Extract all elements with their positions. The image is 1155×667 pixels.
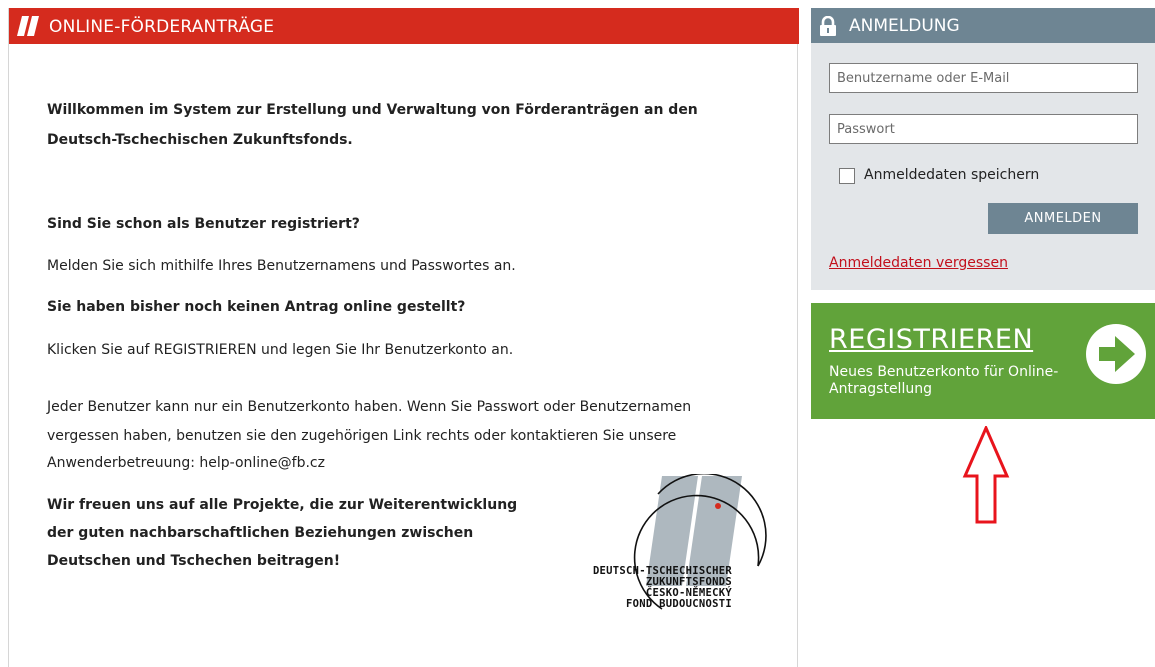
red-up-arrow-icon — [962, 426, 1010, 524]
fund-logo-line-1: DEUTSCH-TSCHECHISCHER — [592, 565, 732, 577]
info-line-3: Anwenderbetreuung: help-online@fb.cz — [47, 455, 325, 471]
closing-line-3: Deutschen und Tschechen beitragen! — [47, 553, 341, 569]
remember-checkbox[interactable] — [839, 168, 855, 184]
fund-logo: DEUTSCH-TSCHECHISCHER ZUKUNFTSFONDS ČESK… — [562, 472, 772, 624]
register-link[interactable]: REGISTRIEREN — [829, 325, 1033, 355]
fund-logo-line-2: ZUKUNFTSFONDS — [645, 576, 732, 588]
login-panel: ANMELDUNG Anmeldedaten speichern ANMELDE… — [811, 8, 1155, 290]
closing-line-1: Wir freuen uns auf alle Projekte, die zu… — [47, 497, 518, 513]
main-header: ONLINE-FÖRDERANTRÄGE — [9, 8, 799, 44]
login-header: ANMELDUNG — [811, 8, 1155, 43]
forgot-credentials-link[interactable]: Anmeldedaten vergessen — [829, 254, 1008, 272]
registered-answer: Melden Sie sich mithilfe Ihres Benutzern… — [47, 258, 516, 274]
welcome-line-1: Willkommen im System zur Erstellung und … — [47, 102, 698, 118]
brand-slash-icon — [17, 16, 39, 36]
lock-icon — [820, 16, 836, 36]
register-description: Neues Benutzerkonto für Online-Antragste… — [829, 364, 1059, 397]
info-line-1: Jeder Benutzer kann nur ein Benutzerkont… — [47, 399, 692, 415]
register-panel[interactable]: REGISTRIEREN Neues Benutzerkonto für Onl… — [811, 303, 1155, 419]
new-answer: Klicken Sie auf REGISTRIEREN und legen S… — [47, 342, 514, 358]
new-question: Sie haben bisher noch keinen Antrag onli… — [47, 299, 466, 315]
closing-line-2: der guten nachbarschaftlichen Beziehunge… — [47, 525, 474, 541]
welcome-line-2: Deutsch-Tschechischen Zukunftsfonds. — [47, 132, 353, 148]
page-title: ONLINE-FÖRDERANTRÄGE — [49, 17, 275, 37]
remember-label[interactable]: Anmeldedaten speichern — [864, 166, 1039, 184]
fund-logo-line-3: ČESKO-NĚMECKÝ — [645, 587, 732, 599]
registered-question: Sind Sie schon als Benutzer registriert? — [47, 216, 360, 232]
username-input[interactable] — [829, 63, 1138, 93]
password-input[interactable] — [829, 114, 1138, 144]
login-title: ANMELDUNG — [849, 16, 960, 36]
login-button[interactable]: ANMELDEN — [988, 203, 1138, 234]
info-line-2: vergessen haben, benutzen sie den zugehö… — [47, 428, 677, 444]
arrow-right-circle-icon[interactable] — [1085, 323, 1147, 385]
main-panel: ONLINE-FÖRDERANTRÄGE Willkommen im Syste… — [8, 8, 799, 667]
fund-logo-line-4: FOND BUDOUCNOSTI — [626, 598, 732, 610]
